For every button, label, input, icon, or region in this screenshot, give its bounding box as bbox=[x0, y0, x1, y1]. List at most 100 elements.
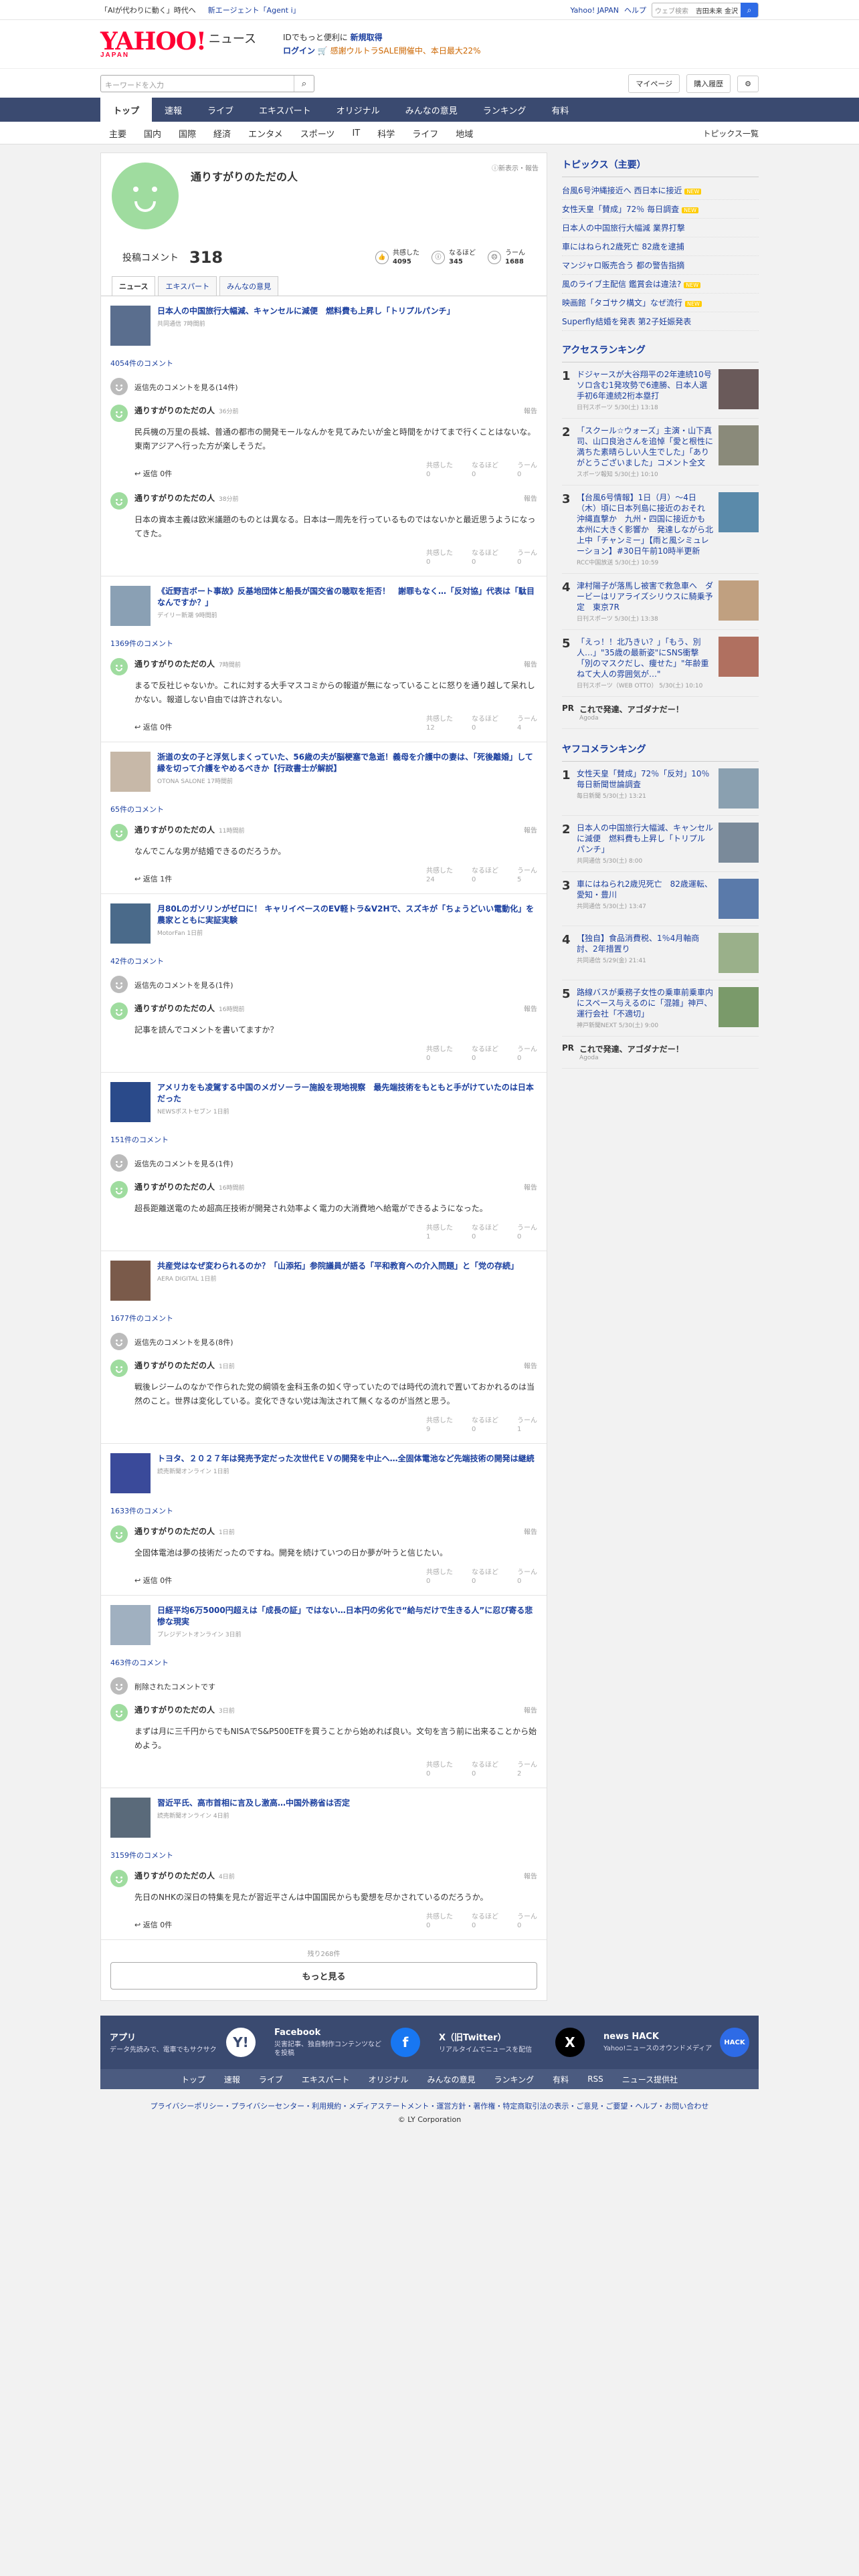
ad-item[interactable]: PR これで発達、アゴダナだー！ Agoda bbox=[562, 1037, 759, 1069]
reaction-insight[interactable]: なるほど 0 bbox=[472, 1913, 498, 1930]
tab-expert[interactable]: エキスパート bbox=[158, 276, 217, 296]
topic-title[interactable]: 日本人の中国旅行大幅減 業界打撃 bbox=[562, 223, 685, 233]
ranking-title[interactable]: 【独自】食品消費税、1％4月軸商討、2年措置り bbox=[577, 933, 713, 954]
footer-link[interactable]: 速報 bbox=[224, 2074, 240, 2085]
report-link[interactable]: 報告 bbox=[524, 1360, 537, 1370]
cat-world[interactable]: 国際 bbox=[170, 127, 205, 140]
comment-count-link[interactable]: 65件のコメント bbox=[110, 804, 537, 815]
yahoo-japan-link[interactable]: Yahoo! JAPAN bbox=[570, 6, 619, 15]
gnav-expert[interactable]: エキスパート bbox=[246, 98, 324, 122]
article-thumbnail[interactable] bbox=[110, 1798, 151, 1838]
footer-app-facebook[interactable]: Facebook 災害記事、独自制作コンテンツなどを投稿 f bbox=[265, 2028, 430, 2058]
topics-list-link[interactable]: トピックス一覧 bbox=[702, 128, 759, 139]
web-search-input[interactable]: ウェブ検索 bbox=[652, 5, 693, 15]
article-title[interactable]: 日本人の中国旅行大幅減、キャンセルに減便 燃料費も上昇し「トリプルパンチ」 bbox=[157, 306, 455, 317]
ranking-title[interactable]: 女性天皇「賛成」72％「反対」10％ 毎日新聞世論調査 bbox=[577, 768, 718, 790]
gnav-paid[interactable]: 有料 bbox=[539, 98, 581, 122]
article-title[interactable]: トヨタ、２０２７年は発売予定だった次世代ＥＶの開発を中止へ…全固体電池など先端技… bbox=[157, 1453, 535, 1465]
reply-button[interactable]: ↩ 返信 0件 bbox=[134, 722, 172, 732]
cat-main[interactable]: 主要 bbox=[100, 127, 135, 140]
cat-local[interactable]: 地域 bbox=[447, 127, 482, 140]
ranking-thumbnail[interactable] bbox=[719, 580, 759, 621]
article-thumbnail[interactable] bbox=[110, 1605, 151, 1645]
footer-app-newshack[interactable]: news HACK Yahoo!ニュースのオウンドメディア HACK bbox=[594, 2028, 759, 2057]
cat-entertainment[interactable]: エンタメ bbox=[240, 127, 292, 140]
footer-app-title[interactable]: アプリ bbox=[110, 2033, 136, 2043]
ranking-title[interactable]: 「スクール☆ウォーズ」主演・山下真司、山口良治さんを追悼「愛と根性に満ちた素晴ら… bbox=[577, 425, 713, 468]
reply-button[interactable]: ↩ 返信 0件 bbox=[134, 1575, 172, 1586]
parent-comment-row[interactable]: 返信先のコメントを見る(1件) bbox=[110, 976, 537, 993]
reaction-empathy[interactable]: 共感した 1 bbox=[426, 1224, 453, 1241]
comment-author[interactable]: 通りすがりのただの人 bbox=[134, 405, 215, 416]
reply-button[interactable]: ↩ 返信 0件 bbox=[134, 468, 172, 479]
gear-icon[interactable]: ⚙ bbox=[737, 75, 759, 92]
parent-comment-link[interactable]: 返信先のコメントを見る(1件) bbox=[134, 980, 233, 993]
gnav-original[interactable]: オリジナル bbox=[324, 98, 393, 122]
footer-link[interactable]: トップ bbox=[181, 2074, 205, 2085]
top-promo-text-1[interactable]: 「AIが代わりに動く」時代へ bbox=[100, 5, 196, 15]
reaction-hmm[interactable]: うーん 0 bbox=[517, 1045, 537, 1063]
topic-item[interactable]: マンジャロ販売合う 都の警告指摘 bbox=[562, 256, 759, 275]
topic-title[interactable]: マンジャロ販売合う 都の警告指摘 bbox=[562, 261, 684, 270]
comment-author[interactable]: 通りすがりのただの人 bbox=[134, 1181, 215, 1192]
topic-title[interactable]: 台風6号沖縄接近へ 西日本に接近 bbox=[562, 186, 682, 195]
reaction-insight[interactable]: なるほど 0 bbox=[472, 715, 498, 732]
footer-link[interactable]: みんなの意見 bbox=[427, 2074, 476, 2085]
reply-count[interactable]: 返信 0件 bbox=[143, 723, 173, 732]
reaction-empathy[interactable]: 共感した 24 bbox=[426, 867, 453, 884]
parent-comment-link[interactable]: 返信先のコメントを見る(8件) bbox=[134, 1337, 233, 1350]
parent-comment-row[interactable]: 返信先のコメントを見る(1件) bbox=[110, 1154, 537, 1172]
legal-links[interactable]: プライバシーポリシー・プライバシーセンター・利用規約・メディアステートメント・運… bbox=[0, 2100, 859, 2113]
article-card[interactable]: トヨタ、２０２７年は発売予定だった次世代ＥＶの開発を中止へ…全固体電池など先端技… bbox=[110, 1453, 537, 1493]
footer-link[interactable]: エキスパート bbox=[302, 2074, 350, 2085]
footer-app-title[interactable]: news HACK bbox=[603, 2032, 659, 2042]
gnav-breaking[interactable]: 速報 bbox=[152, 98, 195, 122]
topic-item[interactable]: 女性天皇「賛成」72％ 毎日調査 NEW bbox=[562, 200, 759, 219]
article-card[interactable]: 共産党はなぜ変わられるのか？「山添拓」参院議員が語る「平和教育への介入問題」と「… bbox=[110, 1261, 537, 1301]
footer-link[interactable]: ニュース提供社 bbox=[622, 2074, 678, 2085]
reply-count[interactable]: 返信 0件 bbox=[143, 1576, 173, 1585]
article-thumbnail[interactable] bbox=[110, 1082, 151, 1122]
cat-it[interactable]: IT bbox=[343, 128, 369, 138]
ranking-title[interactable]: 「えっ！！北乃きい？」「もう、別人…」"35歳の最新姿"にSNS衝撃「別のマスク… bbox=[577, 637, 713, 679]
sale-banner[interactable]: 🛒 感謝ウルトラSALE開催中、本日最大22% bbox=[318, 46, 481, 56]
article-thumbnail[interactable] bbox=[110, 586, 151, 626]
footer-link[interactable]: RSS bbox=[587, 2074, 603, 2084]
signup-link[interactable]: 新規取得 bbox=[351, 33, 383, 42]
footer-link[interactable]: オリジナル bbox=[369, 2074, 409, 2085]
article-card[interactable]: 《近野吉ボート事故》反基地団体と船長が国交省の聴取を拒否！ 謝罪もなく…「反対協… bbox=[110, 586, 537, 626]
reaction-insight[interactable]: なるほど 0 bbox=[472, 867, 498, 884]
newshack-icon[interactable]: HACK bbox=[720, 2028, 749, 2057]
ranking-item[interactable]: 4 津村陽子が落馬し被害で救急車へ ダービーはリアライズシリウスに騎乗予定 東京7… bbox=[562, 574, 759, 630]
footer-app-title[interactable]: Facebook bbox=[274, 2028, 320, 2038]
topic-title[interactable]: 風のライブ主配信 鑑賞会は違法? bbox=[562, 280, 681, 289]
mypage-button[interactable]: マイページ bbox=[628, 74, 680, 93]
article-title[interactable]: 共産党はなぜ変わられるのか？「山添拓」参院議員が語る「平和教育への介入問題」と「… bbox=[157, 1261, 518, 1272]
reaction-empathy[interactable]: 共感した 0 bbox=[426, 1568, 453, 1586]
topic-item[interactable]: 台風6号沖縄接近へ 西日本に接近 NEW bbox=[562, 181, 759, 200]
parent-comment-link[interactable]: 返信先のコメントを見る(1件) bbox=[134, 1158, 233, 1172]
news-logo-label[interactable]: ニュース bbox=[209, 29, 256, 47]
ranking-item[interactable]: 1 女性天皇「賛成」72％「反対」10％ 毎日新聞世論調査 毎日新聞 5/30(土)… bbox=[562, 762, 759, 816]
footer-app-app[interactable]: アプリ データ先読みで、電車でもサクサク Y! bbox=[100, 2028, 265, 2057]
article-card[interactable]: アメリカをも凌駕する中国のメガソーラー施設を現地視察 最先端技術をもともと手がけ… bbox=[110, 1082, 537, 1122]
reaction-empathy[interactable]: 共感した 0 bbox=[426, 1913, 453, 1930]
comment-author[interactable]: 通りすがりのただの人 bbox=[134, 824, 215, 835]
article-card[interactable]: 月80Lのガソリンがゼロに！ キャリイベースのEV軽トラ&V2Hで、スズキが「ち… bbox=[110, 903, 537, 944]
ranking-item[interactable]: 5 「えっ！！北乃きい？」「もう、別人…」"35歳の最新姿"にSNS衝撃「別のマス… bbox=[562, 630, 759, 697]
article-title[interactable]: 浙道の女の子と浮気しまくっていた、56歳の夫が脳梗塞で急逝！義母を介護中の妻は、… bbox=[157, 752, 537, 774]
comment-author[interactable]: 通りすがりのただの人 bbox=[134, 1704, 215, 1715]
reaction-hmm[interactable]: うーん 0 bbox=[517, 461, 537, 479]
ranking-thumbnail[interactable] bbox=[719, 987, 759, 1027]
comment-count-link[interactable]: 1633件のコメント bbox=[110, 1505, 537, 1516]
parent-comment-link[interactable]: 返信先のコメントを見る(14件) bbox=[134, 382, 238, 395]
cat-life[interactable]: ライフ bbox=[403, 127, 447, 140]
footer-link[interactable]: 有料 bbox=[553, 2074, 569, 2085]
reaction-insight[interactable]: なるほど 0 bbox=[472, 1224, 498, 1241]
ranking-thumbnail[interactable] bbox=[719, 823, 759, 863]
tab-opinion[interactable]: みんなの意見 bbox=[219, 276, 279, 296]
reaction-hmm[interactable]: うーん 0 bbox=[517, 549, 537, 566]
reaction-empathy[interactable]: 共感した 0 bbox=[426, 1045, 453, 1063]
article-title[interactable]: 月80Lのガソリンがゼロに！ キャリイベースのEV軽トラ&V2Hで、スズキが「ち… bbox=[157, 903, 537, 926]
footer-app-x[interactable]: X（旧Twitter） リアルタイムでニュースを配信 X bbox=[430, 2028, 594, 2057]
